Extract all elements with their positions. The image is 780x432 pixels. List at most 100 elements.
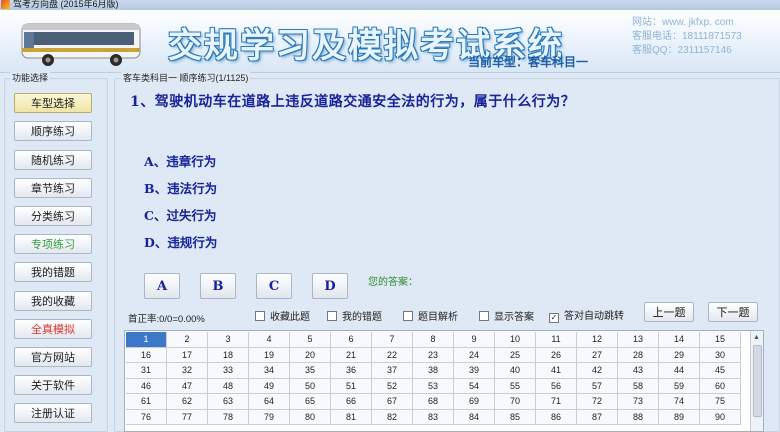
question-number-cell[interactable]: 10 bbox=[495, 332, 536, 348]
checkbox-box[interactable] bbox=[255, 311, 265, 321]
checkbox-box[interactable] bbox=[479, 311, 489, 321]
question-number-cell[interactable]: 67 bbox=[372, 394, 413, 410]
question-number-cell[interactable]: 63 bbox=[208, 394, 249, 410]
question-number-cell[interactable]: 51 bbox=[331, 378, 372, 394]
question-number-cell[interactable]: 65 bbox=[290, 394, 331, 410]
question-number-cell[interactable]: 90 bbox=[700, 409, 741, 425]
question-number-cell[interactable]: 71 bbox=[536, 394, 577, 410]
question-number-cell[interactable]: 15 bbox=[700, 332, 741, 348]
sidebar-item-12[interactable]: 注册认证 bbox=[14, 403, 92, 423]
question-number-cell[interactable]: 20 bbox=[290, 347, 331, 363]
sidebar-item-1[interactable]: 车型选择 bbox=[14, 93, 92, 113]
sidebar-item-7[interactable]: 我的错题 bbox=[14, 262, 92, 282]
question-number-cell[interactable]: 84 bbox=[454, 409, 495, 425]
question-number-cell[interactable]: 23 bbox=[413, 347, 454, 363]
option-a[interactable]: A、违章行为 bbox=[144, 151, 216, 170]
question-number-cell[interactable]: 16 bbox=[126, 347, 167, 363]
explanation-checkbox[interactable]: 题目解析 bbox=[403, 311, 458, 324]
question-number-cell[interactable]: 46 bbox=[126, 378, 167, 394]
question-number-cell[interactable]: 2 bbox=[167, 332, 208, 348]
question-number-cell[interactable]: 41 bbox=[536, 363, 577, 379]
question-number-cell[interactable]: 43 bbox=[618, 363, 659, 379]
question-number-cell[interactable]: 22 bbox=[372, 347, 413, 363]
question-number-cell[interactable]: 14 bbox=[659, 332, 700, 348]
question-number-cell[interactable]: 56 bbox=[536, 378, 577, 394]
sidebar-item-8[interactable]: 我的收藏 bbox=[14, 291, 92, 311]
question-number-cell[interactable]: 78 bbox=[208, 409, 249, 425]
question-number-cell[interactable]: 88 bbox=[618, 409, 659, 425]
sidebar-item-6[interactable]: 专项练习 bbox=[14, 234, 92, 254]
question-number-cell[interactable]: 61 bbox=[126, 394, 167, 410]
question-number-cell[interactable]: 69 bbox=[454, 394, 495, 410]
question-number-cell[interactable]: 44 bbox=[659, 363, 700, 379]
question-number-cell[interactable]: 75 bbox=[700, 394, 741, 410]
question-number-cell[interactable]: 62 bbox=[167, 394, 208, 410]
question-number-cell[interactable]: 87 bbox=[577, 409, 618, 425]
question-number-cell[interactable]: 66 bbox=[331, 394, 372, 410]
question-number-cell[interactable]: 86 bbox=[536, 409, 577, 425]
option-d[interactable]: D、违规行为 bbox=[144, 232, 217, 251]
question-number-cell[interactable]: 50 bbox=[290, 378, 331, 394]
option-c[interactable]: C、过失行为 bbox=[144, 205, 216, 224]
sidebar-item-5[interactable]: 分类练习 bbox=[14, 206, 92, 226]
favorite-checkbox[interactable]: 收藏此题 bbox=[255, 311, 310, 324]
question-number-cell[interactable]: 72 bbox=[577, 394, 618, 410]
auto-jump-checkbox[interactable]: ✓ 答对自动跳转 bbox=[549, 311, 624, 323]
question-number-cell[interactable]: 26 bbox=[536, 347, 577, 363]
question-number-cell[interactable]: 21 bbox=[331, 347, 372, 363]
question-number-cell[interactable]: 36 bbox=[331, 363, 372, 379]
question-number-cell[interactable]: 57 bbox=[577, 378, 618, 394]
question-number-cell[interactable]: 85 bbox=[495, 409, 536, 425]
option-b[interactable]: B、违法行为 bbox=[144, 178, 217, 197]
show-answer-checkbox[interactable]: 显示答案 bbox=[479, 311, 534, 324]
question-number-cell[interactable]: 34 bbox=[249, 363, 290, 379]
question-number-cell[interactable]: 76 bbox=[126, 409, 167, 425]
question-number-cell[interactable]: 42 bbox=[577, 363, 618, 379]
question-number-cell[interactable]: 49 bbox=[249, 378, 290, 394]
answer-d-button[interactable]: D bbox=[312, 273, 348, 299]
question-number-cell[interactable]: 38 bbox=[413, 363, 454, 379]
question-number-cell[interactable]: 59 bbox=[659, 378, 700, 394]
question-number-cell[interactable]: 74 bbox=[659, 394, 700, 410]
question-number-cell[interactable]: 11 bbox=[536, 332, 577, 348]
question-number-cell[interactable]: 25 bbox=[495, 347, 536, 363]
question-number-cell[interactable]: 47 bbox=[167, 378, 208, 394]
question-number-cell[interactable]: 52 bbox=[372, 378, 413, 394]
question-number-cell[interactable]: 30 bbox=[700, 347, 741, 363]
question-number-cell[interactable]: 40 bbox=[495, 363, 536, 379]
question-number-cell[interactable]: 45 bbox=[700, 363, 741, 379]
question-number-cell[interactable]: 1 bbox=[126, 332, 167, 348]
question-number-cell[interactable]: 68 bbox=[413, 394, 454, 410]
scroll-thumb[interactable] bbox=[753, 345, 762, 417]
question-number-cell[interactable]: 27 bbox=[577, 347, 618, 363]
answer-a-button[interactable]: A bbox=[144, 273, 180, 299]
question-number-cell[interactable]: 33 bbox=[208, 363, 249, 379]
question-number-cell[interactable]: 70 bbox=[495, 394, 536, 410]
question-number-cell[interactable]: 4 bbox=[249, 332, 290, 348]
scroll-up-icon[interactable]: ▲ bbox=[753, 334, 760, 342]
checkbox-box[interactable] bbox=[327, 311, 337, 321]
question-number-cell[interactable]: 28 bbox=[618, 347, 659, 363]
question-number-cell[interactable]: 55 bbox=[495, 378, 536, 394]
sidebar-item-2[interactable]: 顺序练习 bbox=[14, 121, 92, 141]
question-number-cell[interactable]: 12 bbox=[577, 332, 618, 348]
question-number-cell[interactable]: 83 bbox=[413, 409, 454, 425]
next-question-button[interactable]: 下一题 bbox=[708, 302, 758, 322]
question-number-cell[interactable]: 77 bbox=[167, 409, 208, 425]
question-number-cell[interactable]: 89 bbox=[659, 409, 700, 425]
question-number-cell[interactable]: 32 bbox=[167, 363, 208, 379]
question-number-cell[interactable]: 13 bbox=[618, 332, 659, 348]
checkbox-box[interactable] bbox=[403, 311, 413, 321]
question-number-cell[interactable]: 73 bbox=[618, 394, 659, 410]
sidebar-item-11[interactable]: 关于软件 bbox=[14, 375, 92, 395]
wrong-questions-checkbox[interactable]: 我的错题 bbox=[327, 311, 382, 324]
question-number-cell[interactable]: 64 bbox=[249, 394, 290, 410]
prev-question-button[interactable]: 上一题 bbox=[644, 302, 694, 322]
question-number-cell[interactable]: 3 bbox=[208, 332, 249, 348]
question-number-cell[interactable]: 31 bbox=[126, 363, 167, 379]
question-number-cell[interactable]: 58 bbox=[618, 378, 659, 394]
question-number-cell[interactable]: 48 bbox=[208, 378, 249, 394]
question-number-cell[interactable]: 37 bbox=[372, 363, 413, 379]
question-number-cell[interactable]: 39 bbox=[454, 363, 495, 379]
question-number-cell[interactable]: 19 bbox=[249, 347, 290, 363]
